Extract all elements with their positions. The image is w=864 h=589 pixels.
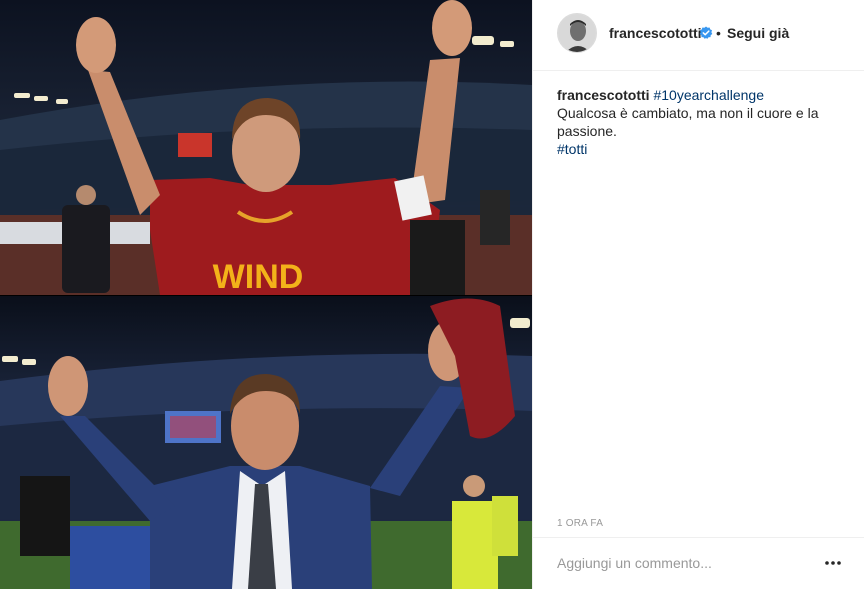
instagram-post: WIND francescototti • Segui già francesc… bbox=[0, 0, 864, 589]
verified-badge-icon bbox=[699, 26, 713, 39]
follow-button[interactable]: Segui già bbox=[727, 25, 789, 41]
photo-bottom-illustration bbox=[0, 298, 532, 589]
caption-first-line: francescototti #10yearchallenge bbox=[557, 86, 847, 104]
photo-bottom bbox=[0, 296, 532, 589]
caption-text: Qualcosa è cambiato, ma non il cuore e l… bbox=[557, 105, 819, 139]
comment-bar bbox=[533, 537, 864, 589]
hashtag-10yearchallenge[interactable]: #10yearchallenge bbox=[653, 87, 764, 103]
avatar-image bbox=[558, 14, 596, 52]
post-caption: francescototti #10yearchallenge Qualcosa… bbox=[557, 86, 847, 158]
comment-input[interactable] bbox=[557, 552, 807, 574]
post-sidebar: francescototti • Segui già francescotott… bbox=[532, 0, 864, 589]
post-timestamp: 1 ORA FA bbox=[557, 518, 604, 529]
photo-top-illustration: WIND bbox=[0, 0, 532, 295]
avatar[interactable] bbox=[557, 13, 597, 53]
hashtag-totti[interactable]: #totti bbox=[557, 140, 847, 158]
more-options-icon[interactable] bbox=[824, 556, 842, 570]
jersey-sponsor-text: WIND bbox=[213, 258, 304, 295]
caption-username[interactable]: francescototti bbox=[557, 87, 650, 103]
post-media[interactable]: WIND bbox=[0, 0, 532, 589]
header-username[interactable]: francescototti bbox=[609, 25, 702, 41]
photo-top: WIND bbox=[0, 0, 532, 295]
post-header: francescototti • Segui già bbox=[533, 0, 864, 71]
header-separator: • bbox=[716, 25, 721, 41]
